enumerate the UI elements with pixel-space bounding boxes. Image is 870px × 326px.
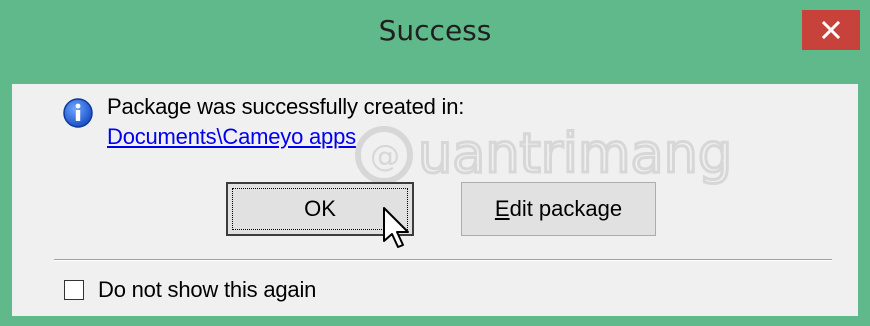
dialog-window: Success Package was successfully created… [0,0,870,326]
separator [54,259,832,261]
svg-text:@: @ [370,139,400,174]
close-icon [822,21,840,39]
dialog-title: Success [378,14,492,47]
dialog-content: Package was successfully created in: Doc… [12,84,858,316]
success-message: Package was successfully created in: [107,94,465,119]
do-not-show-label[interactable]: Do not show this again [98,277,316,303]
do-not-show-checkbox[interactable] [64,280,84,300]
edit-button-label: dit package [509,196,623,221]
watermark-logo: @ uantrimang [355,121,734,187]
package-path-link[interactable]: Documents\Cameyo apps [107,124,356,150]
edit-package-button[interactable]: Edit package [461,182,656,236]
edit-accelerator-letter: E [494,196,510,221]
mouse-pointer-icon [383,207,409,248]
close-button[interactable] [802,10,860,50]
title-bar[interactable]: Success [0,0,870,84]
svg-text:uantrimang: uantrimang [418,122,732,185]
info-icon [63,98,93,128]
